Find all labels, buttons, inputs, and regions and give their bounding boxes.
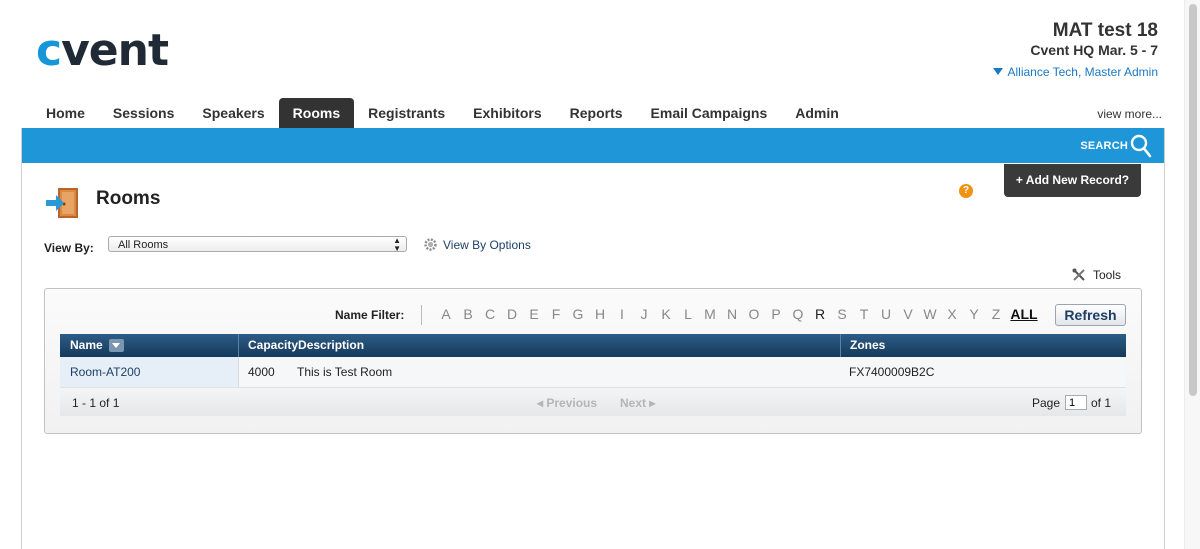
filter-letter-all[interactable]: ALL — [1007, 306, 1041, 322]
column-header-name[interactable]: Name — [70, 334, 103, 356]
filter-letter-s[interactable]: S — [831, 306, 853, 322]
filter-letter-h[interactable]: H — [589, 306, 611, 322]
page-number-input[interactable] — [1065, 395, 1087, 410]
filter-letter-i[interactable]: I — [611, 306, 633, 322]
letter-filter: A B C D E F G H I J K L M N O P Q R S T U V W X Y Z ALL — [435, 306, 1041, 322]
filter-letter-f[interactable]: F — [545, 306, 567, 322]
search-bar: SEARCH — [22, 128, 1164, 163]
caret-down-icon — [993, 68, 1004, 75]
column-divider — [840, 334, 841, 357]
column-header-zones[interactable]: Zones — [850, 334, 885, 356]
filter-letter-u[interactable]: U — [875, 306, 897, 322]
tools-icon — [1072, 268, 1085, 281]
add-new-record-button[interactable]: + Add New Record? — [1004, 164, 1141, 197]
page-of-label: of 1 — [1091, 396, 1112, 410]
sort-dropdown-icon[interactable] — [109, 339, 124, 352]
tab-reports[interactable]: Reports — [556, 98, 637, 128]
event-subtitle: Cvent HQ Mar. 5 - 7 — [1030, 42, 1158, 58]
filter-divider — [421, 305, 422, 325]
page-label: Page — [1032, 396, 1061, 410]
column-header-capacity-description[interactable]: CapacityDescription — [248, 334, 364, 356]
tools-label: Tools — [1093, 268, 1122, 282]
filter-letter-k[interactable]: K — [655, 306, 677, 322]
filter-letter-x[interactable]: X — [941, 306, 963, 322]
table-row[interactable]: Room-AT200 4000 This is Test Room FX7400… — [60, 357, 1126, 388]
filter-letter-y[interactable]: Y — [963, 306, 985, 322]
select-arrows-icon: ▲ ▼ — [393, 236, 401, 253]
tab-sessions[interactable]: Sessions — [99, 98, 188, 128]
tab-rooms[interactable]: Rooms — [278, 98, 355, 128]
filter-letter-r[interactable]: R — [809, 306, 831, 322]
next-label: Next — [620, 396, 647, 410]
table-header: Name CapacityDescription Zones — [60, 334, 1126, 357]
previous-label: Previous — [546, 396, 598, 410]
tools-link[interactable]: Tools — [1072, 268, 1121, 282]
rooms-table: Name CapacityDescription Zones Room-AT20… — [60, 334, 1126, 416]
view-by-select[interactable]: All Rooms ▲ ▼ — [108, 236, 407, 253]
page-title: Rooms — [96, 188, 161, 209]
filter-letter-v[interactable]: V — [897, 306, 919, 322]
door-icon — [46, 188, 78, 218]
filter-letter-q[interactable]: Q — [787, 306, 809, 322]
refresh-button[interactable]: Refresh — [1055, 304, 1126, 326]
user-menu[interactable]: Alliance Tech, Master Admin — [993, 65, 1158, 79]
user-name: Alliance Tech, Master Admin — [1007, 65, 1158, 79]
scrollbar-thumb[interactable] — [1189, 4, 1197, 396]
filter-letter-e[interactable]: E — [523, 306, 545, 322]
previous-page-button[interactable]: ◂ Previous — [537, 396, 597, 410]
filter-letter-m[interactable]: M — [699, 306, 721, 322]
page-scrollbar[interactable] — [1184, 0, 1200, 549]
filter-letter-a[interactable]: A — [435, 306, 457, 322]
tab-admin[interactable]: Admin — [781, 98, 853, 128]
description-cell: This is Test Room — [297, 365, 393, 379]
filter-letter-l[interactable]: L — [677, 306, 699, 322]
tab-exhibitors[interactable]: Exhibitors — [459, 98, 555, 128]
view-by-selected: All Rooms — [118, 239, 169, 251]
view-by-label: View By: — [44, 241, 94, 255]
filter-letter-c[interactable]: C — [479, 306, 501, 322]
tab-email-campaigns[interactable]: Email Campaigns — [637, 98, 782, 128]
view-by-options-label: View By Options — [443, 238, 531, 252]
table-footer: 1 - 1 of 1 ◂ Previous Next ▸ Page of 1 — [60, 388, 1126, 416]
filter-letter-t[interactable]: T — [853, 306, 875, 322]
filter-letter-j[interactable]: J — [633, 306, 655, 322]
search-label[interactable]: SEARCH — [1080, 140, 1128, 152]
tab-speakers[interactable]: Speakers — [188, 98, 278, 128]
filter-letter-w[interactable]: W — [919, 306, 941, 322]
room-name-link[interactable]: Room-AT200 — [70, 365, 140, 379]
record-count: 1 - 1 of 1 — [72, 396, 120, 410]
next-page-button[interactable]: Next ▸ — [620, 396, 655, 410]
event-title: MAT test 18 — [1052, 20, 1158, 41]
search-icon[interactable] — [1130, 134, 1152, 158]
tab-home[interactable]: Home — [32, 98, 99, 128]
view-more-link[interactable]: view more... — [1097, 107, 1162, 121]
main-content-frame: SEARCH Rooms ? + Add New Record? View By… — [21, 128, 1165, 549]
cvent-logo: cvent — [36, 25, 169, 76]
filter-letter-p[interactable]: P — [765, 306, 787, 322]
main-nav-tabs: Home Sessions Speakers Rooms Registrants… — [32, 98, 853, 128]
capacity-cell: 4000 — [248, 365, 275, 379]
help-icon[interactable]: ? — [959, 184, 973, 198]
zones-cell: FX7400009B2C — [849, 365, 935, 379]
view-by-options-link[interactable]: View By Options — [424, 238, 531, 252]
rooms-grid-panel: Name Filter: ABCDEFGHIJKLMNOPQRSTUVWXYZA… — [44, 288, 1142, 434]
filter-letter-d[interactable]: D — [501, 306, 523, 322]
filter-letter-o[interactable]: O — [743, 306, 765, 322]
filter-letter-z[interactable]: Z — [985, 306, 1007, 322]
filter-letter-g[interactable]: G — [567, 306, 589, 322]
filter-letter-n[interactable]: N — [721, 306, 743, 322]
name-filter-label: Name Filter: — [335, 308, 405, 322]
column-divider — [238, 334, 239, 357]
gear-icon — [424, 238, 437, 251]
tab-registrants[interactable]: Registrants — [354, 98, 459, 128]
filter-letter-b[interactable]: B — [457, 306, 479, 322]
